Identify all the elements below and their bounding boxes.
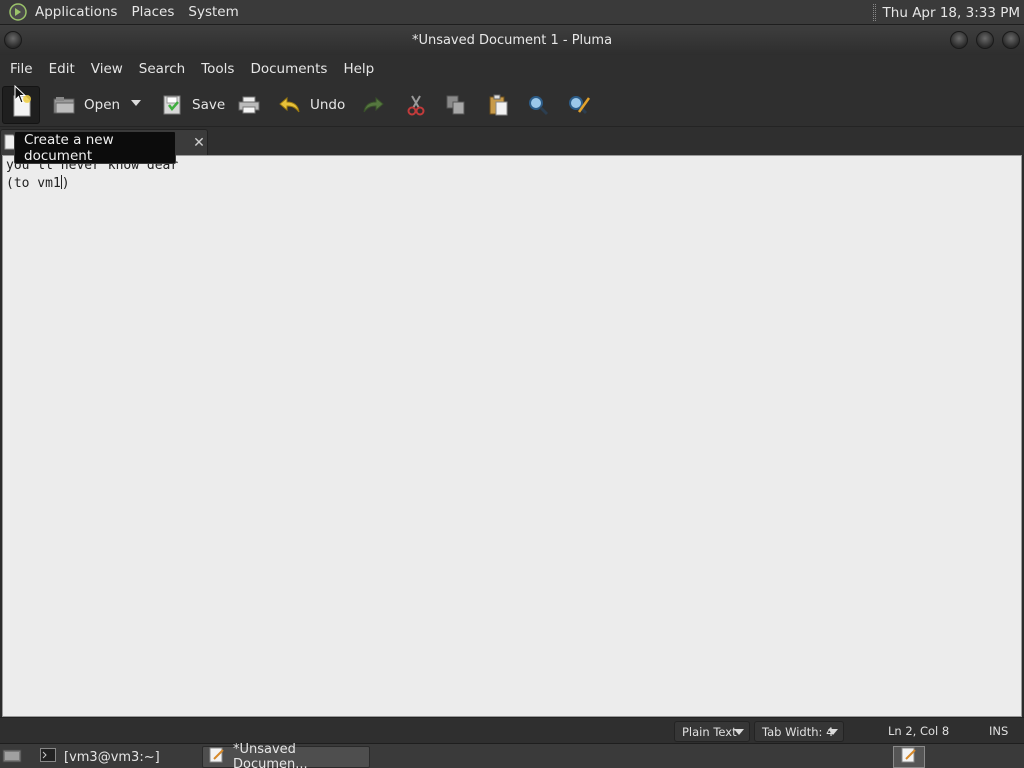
panel-separator [872,4,876,21]
terminal-icon [40,748,56,766]
text-editor[interactable]: you'll never know dear (to vm1) [2,155,1022,717]
tooltip: Create a new document [14,131,176,164]
tab-width-selector[interactable]: Tab Width: 4 [754,721,844,742]
copy-icon [444,93,468,117]
taskbar-pluma[interactable]: *Unsaved Documen... [202,742,370,768]
paste-button[interactable] [486,86,510,124]
save-icon [160,93,184,117]
undo-button[interactable]: Undo [278,86,345,124]
language-label: Plain Text [682,724,737,739]
menu-help[interactable]: Help [335,61,382,77]
find-button[interactable] [526,86,550,124]
workspace-switcher[interactable] [893,746,925,768]
maximize-button[interactable] [976,31,994,49]
clock[interactable]: Thu Apr 18, 3:33 PM [883,5,1024,21]
print-icon [237,93,261,117]
find-replace-icon [567,93,591,117]
redo-icon [361,93,385,117]
top-panel: Applications Places System Thu Apr 18, 3… [0,0,1024,25]
undo-icon [278,93,302,117]
workspace-pluma-icon [901,747,917,767]
taskbar-terminal[interactable]: [vm3@vm3:~] [34,746,194,768]
menu-tools[interactable]: Tools [193,61,242,77]
tab-close-icon[interactable]: ✕ [191,135,207,151]
menu-view[interactable]: View [83,61,131,77]
window-menu-button[interactable] [4,31,22,49]
open-folder-icon [52,93,76,117]
mouse-cursor-icon [14,84,28,109]
mate-logo-icon[interactable] [8,2,28,22]
menubar: File Edit View Search Tools Documents He… [0,55,1024,83]
undo-label: Undo [310,97,346,113]
menu-documents[interactable]: Documents [242,61,335,77]
save-label: Save [192,97,226,113]
redo-button[interactable] [361,86,385,124]
window-title: *Unsaved Document 1 - Pluma [411,32,613,48]
statusbar: Plain Text Tab Width: 4 Ln 2, Col 8 INS [0,717,1024,743]
close-window-button[interactable] [1002,31,1020,49]
bottom-panel: [vm3@vm3:~] *Unsaved Documen... [0,742,1024,768]
open-label: Open [84,97,121,113]
taskbar-pluma-label: *Unsaved Documen... [233,742,308,768]
language-selector[interactable]: Plain Text [674,721,750,742]
taskbar-terminal-label: [vm3@vm3:~] [64,749,160,765]
search-icon [526,93,550,117]
chevron-down-icon [734,729,744,735]
minimize-button[interactable] [950,31,968,49]
text-editor-icon [209,747,225,767]
cursor-position: Ln 2, Col 8 [888,724,950,738]
editor-line-2-tail: ) [61,176,70,191]
print-button[interactable] [237,86,261,124]
open-button[interactable]: Open [52,86,120,124]
open-recent-dropdown-arrow[interactable] [131,100,141,106]
tab-width-label: Tab Width: 4 [762,724,834,739]
find-replace-button[interactable] [567,86,591,124]
cut-icon [404,93,428,117]
save-button[interactable]: Save [160,86,225,124]
editor-line-2-text: (to vm1 [6,176,61,191]
menu-search[interactable]: Search [131,61,193,77]
cut-button[interactable] [404,86,428,124]
panel-menu-applications[interactable]: Applications [28,0,124,25]
insert-mode: INS [989,724,1009,738]
editor-line-2: (to vm1) [6,175,178,193]
menu-file[interactable]: File [2,61,41,77]
tooltip-text: Create a new document [24,131,114,164]
window-titlebar[interactable]: *Unsaved Document 1 - Pluma [0,25,1024,55]
toolbar [0,83,1024,127]
chevron-down-icon [828,729,838,735]
menu-edit[interactable]: Edit [41,61,83,77]
copy-button[interactable] [444,86,468,124]
show-desktop-icon[interactable] [2,747,22,768]
paste-icon [486,93,510,117]
panel-menu-places[interactable]: Places [124,0,181,25]
panel-menu-system[interactable]: System [181,0,245,25]
